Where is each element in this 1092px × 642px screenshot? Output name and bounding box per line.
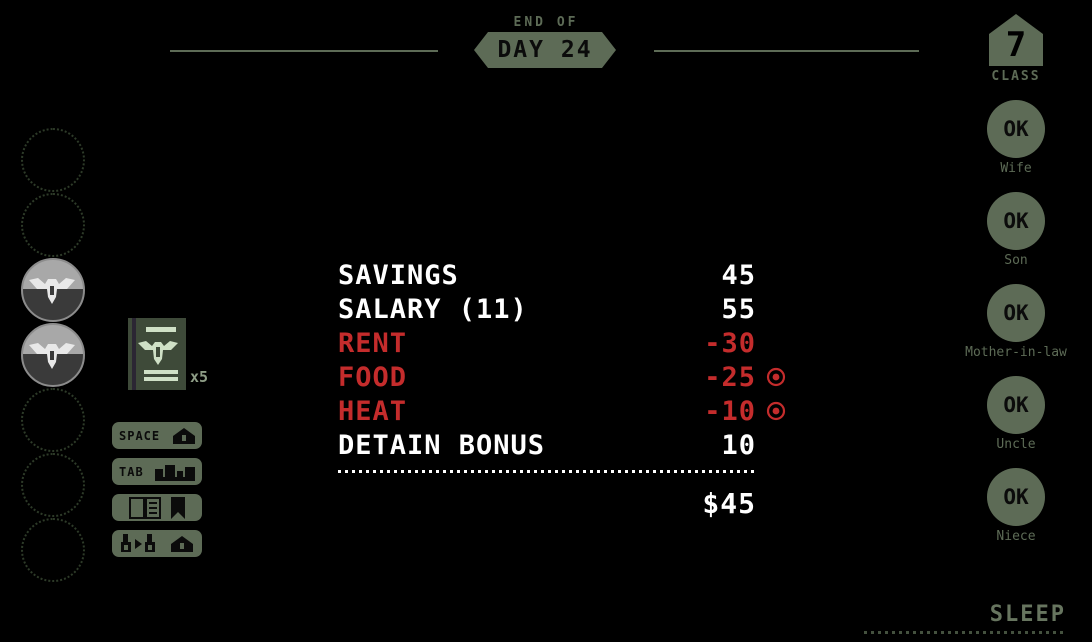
medal-slot-5 [21, 388, 85, 452]
family-member-mother-in-law: OK Mother-in-law [965, 284, 1067, 360]
family-member-wife: OK Wife [965, 100, 1067, 176]
ledger-total: $45 [702, 487, 756, 520]
red-target-icon [766, 401, 786, 421]
family-member-son: OK Son [965, 192, 1067, 268]
shortcut-button-icons [155, 463, 195, 481]
shortcut-button-row3[interactable] [112, 494, 202, 521]
class-badge: 7 [989, 14, 1043, 66]
ledger-row-label: RENT [338, 327, 408, 359]
ledger-row-value: -30 [704, 327, 756, 359]
family-member-name: Niece [996, 529, 1036, 544]
family-status-list: OK Wife OK Son OK Mother-in-law OK Uncle OK Niece [965, 84, 1067, 544]
family-status-badge: OK [987, 468, 1045, 526]
ledger-row: SAVINGS 45 [338, 258, 756, 292]
sleep-label: SLEEP [989, 602, 1066, 627]
passport-title-bar [146, 327, 176, 332]
family-status-badge: OK [987, 376, 1045, 434]
ledger-row: SALARY (11) 55 [338, 292, 756, 326]
end-of-day-screen: END OF DAY 24 x5 SPACE TAB SAVINGS 45 SA… [0, 0, 1092, 642]
medal-slot-3[interactable] [21, 258, 85, 322]
medal-slot-7 [21, 518, 85, 582]
header: END OF DAY 24 [0, 0, 1092, 92]
ledger-row: DETAIN BONUS 10 [338, 428, 756, 462]
shortcut-button-space[interactable]: SPACE [112, 422, 202, 449]
sleep-action[interactable]: SLEEP [864, 602, 1066, 634]
ledger-row: HEAT -10 [338, 394, 786, 428]
family-status-text: OK [1003, 485, 1029, 509]
booth-icon [171, 535, 193, 552]
medal-slot-4[interactable] [21, 323, 85, 387]
ledger-row-value: 45 [721, 259, 756, 291]
medal-eagle-icon [29, 343, 75, 369]
header-rule-left [170, 50, 438, 52]
family-status-text: OK [1003, 393, 1029, 417]
ledger-row: FOOD -25 [338, 360, 786, 394]
shortcut-button-icons [173, 427, 195, 444]
shortcut-button-icons [121, 533, 193, 554]
shortcut-button-label: TAB [119, 464, 144, 479]
medal-slot-2 [21, 193, 85, 257]
family-member-niece: OK Niece [965, 468, 1067, 544]
family-member-name: Uncle [996, 437, 1036, 452]
header-rule-right [654, 50, 919, 52]
family-member-name: Son [1004, 253, 1028, 268]
family-status-text: OK [1003, 301, 1029, 325]
family-status-badge: OK [987, 284, 1045, 342]
class-label: CLASS [991, 69, 1041, 84]
family-status-text: OK [1003, 209, 1029, 233]
ledger-row-value: 55 [721, 293, 756, 325]
arstotzka-emblem-icon [138, 341, 178, 365]
shortcut-button-tab[interactable]: TAB [112, 458, 202, 485]
family-status-badge: OK [987, 192, 1045, 250]
passport-line-2 [144, 377, 178, 381]
medal-slot-1 [21, 128, 85, 192]
city-skyline-icon [155, 464, 195, 481]
shortcut-button-label: SPACE [119, 428, 161, 443]
red-target-icon [766, 367, 786, 387]
medal-slot-6 [21, 453, 85, 517]
medal-eagle-icon [29, 278, 75, 304]
svg-text:7: 7 [1006, 25, 1026, 65]
bookmark-icon [171, 496, 185, 519]
shortcut-button-list: SPACE TAB [112, 422, 202, 566]
class-badge-shape-icon: 7 [989, 14, 1043, 66]
shortcut-button-icons [129, 496, 185, 519]
day-title: DAY 24 [497, 36, 593, 63]
ledger-row: RENT -30 [338, 326, 756, 360]
family-status-text: OK [1003, 117, 1029, 141]
ledger-row-value: -10 [704, 395, 756, 427]
header-eyebrow: END OF [513, 15, 579, 30]
family-status-badge: OK [987, 100, 1045, 158]
family-member-name: Wife [1000, 161, 1032, 176]
ledger-row-label: SAVINGS [338, 259, 459, 291]
ledger-row-value: -25 [704, 361, 756, 393]
passport-icon [128, 318, 186, 390]
rulebook-icon [129, 496, 161, 519]
passport-line-1 [144, 370, 178, 374]
inventory-count-label: x5 [190, 368, 209, 386]
inventory-item-passport[interactable]: x5 [120, 318, 209, 396]
sleep-underline [864, 631, 1066, 634]
ledger-row-label: DETAIN BONUS [338, 429, 546, 461]
medal-slot-list [21, 128, 91, 583]
ledger-divider [338, 470, 754, 473]
ledger-row-label: FOOD [338, 361, 408, 393]
inventory-panel: x5 [120, 318, 209, 396]
daily-ledger: SAVINGS 45 SALARY (11) 55 RENT -30 FOOD -25 HEAT… [338, 258, 786, 520]
status-panel: 7 CLASS OK Wife OK Son OK Mother-in-law OK Uncl… [940, 14, 1092, 544]
stamp-transfer-icon [121, 533, 155, 552]
family-member-uncle: OK Uncle [965, 376, 1067, 452]
passport-spine [132, 318, 136, 390]
booth-icon [173, 427, 195, 444]
family-member-name: Mother-in-law [965, 345, 1067, 360]
ledger-row-value: 10 [721, 429, 756, 461]
day-banner: DAY 24 [474, 32, 616, 68]
ledger-row-list: SAVINGS 45 SALARY (11) 55 RENT -30 FOOD -25 HEAT… [338, 258, 786, 462]
shortcut-button-row4[interactable] [112, 530, 202, 557]
ledger-row-label: HEAT [338, 395, 408, 427]
ledger-row-label: SALARY (11) [338, 293, 528, 325]
